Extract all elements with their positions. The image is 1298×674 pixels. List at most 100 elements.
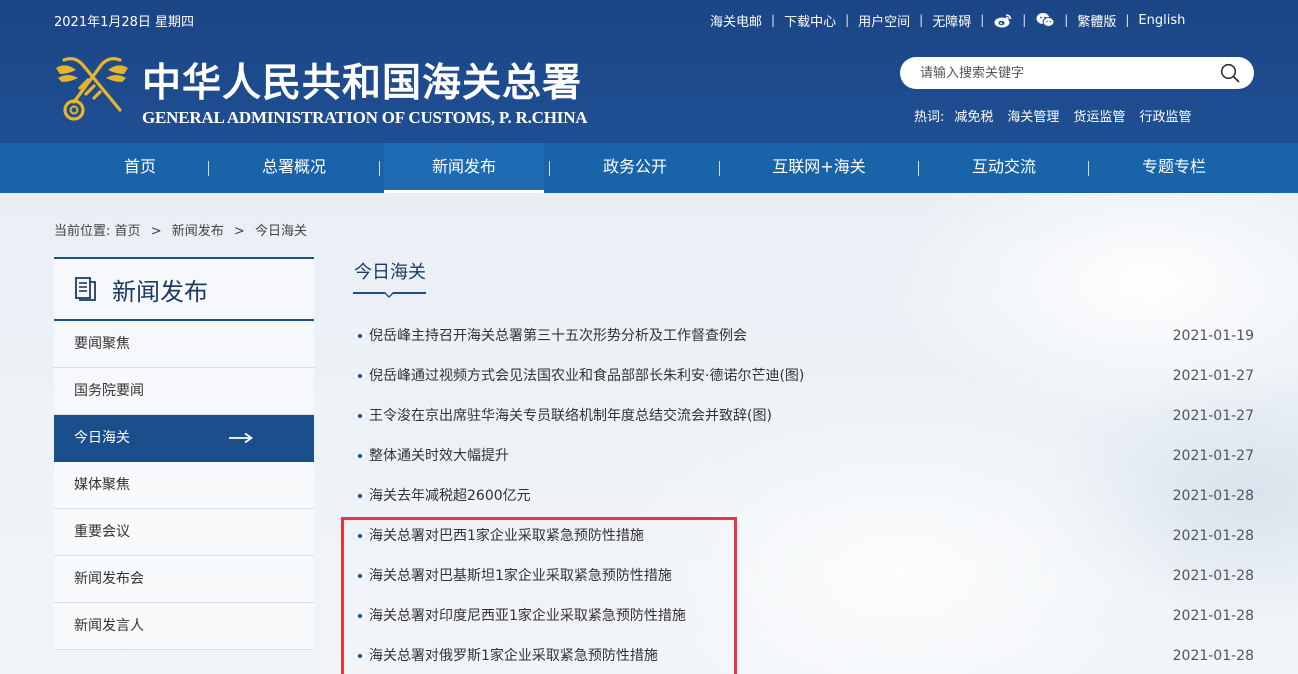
top-link-separator: | bbox=[980, 13, 985, 27]
nav-interaction[interactable]: 互动交流 bbox=[944, 143, 1064, 193]
sidebar-title: 新闻发布 bbox=[112, 277, 208, 306]
weibo-icon[interactable] bbox=[993, 11, 1013, 29]
top-link-user-space[interactable]: 用户空间 bbox=[858, 11, 910, 30]
top-links: 海关电邮 | 下载中心 | 用户空间 | 无障碍 | | | 繁體版 | Eng… bbox=[710, 11, 1185, 30]
news-item: 海关总署对巴基斯坦1家企业采取紧急预防性措施 2021-01-28 bbox=[354, 556, 1254, 596]
bullet-icon bbox=[358, 614, 362, 618]
news-title-link[interactable]: 王令浚在京出席驻华海关专员联络机制年度总结交流会并致辞(图) bbox=[369, 396, 772, 436]
breadcrumb-news[interactable]: 新闻发布 bbox=[172, 224, 224, 239]
bullet-icon bbox=[358, 654, 362, 658]
nav-divider bbox=[208, 161, 209, 176]
customs-emblem-icon[interactable] bbox=[54, 54, 130, 128]
top-link-separator: | bbox=[1125, 13, 1130, 27]
search-box bbox=[900, 57, 1254, 89]
breadcrumb-label: 当前位置: bbox=[54, 224, 111, 239]
lang-traditional-link[interactable]: 繁體版 bbox=[1077, 11, 1116, 30]
sidebar-item-headlines[interactable]: 要闻聚焦 bbox=[54, 321, 314, 368]
news-date: 2021-01-27 bbox=[1172, 408, 1254, 424]
news-item: 王令浚在京出席驻华海关专员联络机制年度总结交流会并致辞(图) 2021-01-27 bbox=[354, 396, 1254, 436]
document-icon bbox=[75, 277, 96, 301]
search-icon[interactable] bbox=[1220, 63, 1240, 83]
nav-divider bbox=[379, 161, 380, 176]
nav-divider bbox=[549, 161, 550, 176]
top-link-accessibility[interactable]: 无障碍 bbox=[932, 11, 971, 30]
bullet-icon bbox=[358, 414, 362, 418]
news-item: 倪岳峰通过视频方式会见法国农业和食品部部长朱利安·德诺尔芒迪(图) 2021-01… bbox=[354, 356, 1254, 396]
top-link-separator: | bbox=[845, 13, 850, 27]
news-title-link[interactable]: 海关总署对印度尼西亚1家企业采取紧急预防性措施 bbox=[369, 596, 686, 636]
news-title-link[interactable]: 海关去年减税超2600亿元 bbox=[369, 476, 531, 516]
top-link-download[interactable]: 下载中心 bbox=[784, 11, 836, 30]
news-item: 海关总署对印度尼西亚1家企业采取紧急预防性措施 2021-01-28 bbox=[354, 596, 1254, 636]
bullet-icon bbox=[358, 454, 362, 458]
section-title: 今日海关 bbox=[354, 262, 426, 283]
news-title-link[interactable]: 整体通关时效大幅提升 bbox=[369, 436, 509, 476]
news-date: 2021-01-19 bbox=[1172, 328, 1254, 344]
top-link-separator: | bbox=[1022, 13, 1027, 27]
sidebar-item-label: 今日海关 bbox=[74, 430, 130, 446]
hot-words-label: 热词: bbox=[914, 110, 945, 125]
bullet-icon bbox=[358, 334, 362, 338]
news-date: 2021-01-28 bbox=[1172, 488, 1254, 504]
breadcrumb-home[interactable]: 首页 bbox=[115, 224, 141, 239]
lang-english-link[interactable]: English bbox=[1138, 13, 1185, 28]
nav-divider bbox=[1088, 161, 1089, 176]
bullet-icon bbox=[358, 494, 362, 498]
news-item: 海关总署对巴西1家企业采取紧急预防性措施 2021-01-28 bbox=[354, 516, 1254, 556]
nav-about[interactable]: 总署概况 bbox=[232, 143, 356, 193]
news-item: 海关总署对俄罗斯1家企业采取紧急预防性措施 2021-01-28 bbox=[354, 636, 1254, 674]
top-link-separator: | bbox=[1064, 13, 1069, 27]
site-title-chinese[interactable]: 中华人民共和国海关总署 bbox=[142, 52, 582, 108]
main-nav: 首页 总署概况 新闻发布 政务公开 互联网+海关 互动交流 专题专栏 bbox=[0, 143, 1298, 193]
wechat-icon[interactable] bbox=[1035, 11, 1055, 29]
sidebar-item-state-council-news[interactable]: 国务院要闻 bbox=[54, 368, 314, 415]
sidebar-item-media-focus[interactable]: 媒体聚焦 bbox=[54, 462, 314, 509]
search-input[interactable] bbox=[920, 63, 1220, 83]
current-date: 2021年1月28日 星期四 bbox=[54, 15, 195, 30]
news-item: 倪岳峰主持召开海关总署第三十五次形势分析及工作督查例会 2021-01-19 bbox=[354, 316, 1254, 356]
breadcrumb-current[interactable]: 今日海关 bbox=[255, 224, 307, 239]
nav-home[interactable]: 首页 bbox=[92, 143, 188, 193]
news-date: 2021-01-28 bbox=[1172, 568, 1254, 584]
sidebar-menu: 要闻聚焦 国务院要闻 今日海关 媒体聚焦 重要会议 新闻发布会 新闻发言人 bbox=[54, 321, 314, 650]
hot-words: 热词: 减免税 海关管理 货运监管 行政监管 bbox=[914, 106, 1205, 125]
news-date: 2021-01-27 bbox=[1172, 368, 1254, 384]
nav-news[interactable]: 新闻发布 bbox=[384, 143, 544, 193]
sidebar-item-spokesperson[interactable]: 新闻发言人 bbox=[54, 603, 314, 650]
news-title-link[interactable]: 海关总署对巴西1家企业采取紧急预防性措施 bbox=[369, 516, 644, 556]
news-title-link[interactable]: 倪岳峰通过视频方式会见法国农业和食品部部长朱利安·德诺尔芒迪(图) bbox=[369, 356, 804, 396]
bullet-icon bbox=[358, 534, 362, 538]
sidebar-item-important-meetings[interactable]: 重要会议 bbox=[54, 509, 314, 556]
top-link-email[interactable]: 海关电邮 bbox=[710, 11, 762, 30]
nav-divider bbox=[918, 161, 919, 176]
news-item: 整体通关时效大幅提升 2021-01-27 bbox=[354, 436, 1254, 476]
nav-special-topics[interactable]: 专题专栏 bbox=[1114, 143, 1234, 193]
news-title-link[interactable]: 倪岳峰主持召开海关总署第三十五次形势分析及工作督查例会 bbox=[369, 316, 747, 356]
news-date: 2021-01-28 bbox=[1172, 608, 1254, 624]
nav-divider bbox=[719, 161, 720, 176]
news-list: 倪岳峰主持召开海关总署第三十五次形势分析及工作督查例会 2021-01-19 倪岳… bbox=[354, 316, 1254, 674]
news-title-link[interactable]: 海关总署对巴基斯坦1家企业采取紧急预防性措施 bbox=[369, 556, 672, 596]
news-item: 海关去年减税超2600亿元 2021-01-28 bbox=[354, 476, 1254, 516]
section-notch bbox=[384, 292, 394, 298]
bullet-icon bbox=[358, 374, 362, 378]
hot-word-cargo-supervision[interactable]: 货运监管 bbox=[1073, 106, 1125, 125]
hot-word-customs-management[interactable]: 海关管理 bbox=[1007, 106, 1059, 125]
hot-word-admin-supervision[interactable]: 行政监管 bbox=[1139, 106, 1191, 125]
bullet-icon bbox=[358, 574, 362, 578]
top-link-separator: | bbox=[919, 13, 924, 27]
site-title-english[interactable]: GENERAL ADMINISTRATION OF CUSTOMS, P. R.… bbox=[142, 108, 588, 128]
breadcrumb-separator: > bbox=[233, 224, 245, 239]
nav-internet-customs[interactable]: 互联网+海关 bbox=[752, 143, 886, 193]
sidebar-header: 新闻发布 bbox=[54, 257, 314, 321]
hot-word-tax-relief[interactable]: 减免税 bbox=[954, 106, 993, 125]
breadcrumb-separator: > bbox=[150, 224, 162, 239]
news-title-link[interactable]: 海关总署对俄罗斯1家企业采取紧急预防性措施 bbox=[369, 636, 658, 674]
sidebar-item-customs-today[interactable]: 今日海关 bbox=[54, 415, 314, 462]
news-date: 2021-01-27 bbox=[1172, 448, 1254, 464]
nav-government-affairs[interactable]: 政务公开 bbox=[574, 143, 696, 193]
sidebar-item-press-conference[interactable]: 新闻发布会 bbox=[54, 556, 314, 603]
top-link-separator: | bbox=[771, 13, 776, 27]
sidebar: 新闻发布 要闻聚焦 国务院要闻 今日海关 媒体聚焦 重要会议 新闻发布会 新闻发… bbox=[54, 257, 314, 650]
news-date: 2021-01-28 bbox=[1172, 528, 1254, 544]
